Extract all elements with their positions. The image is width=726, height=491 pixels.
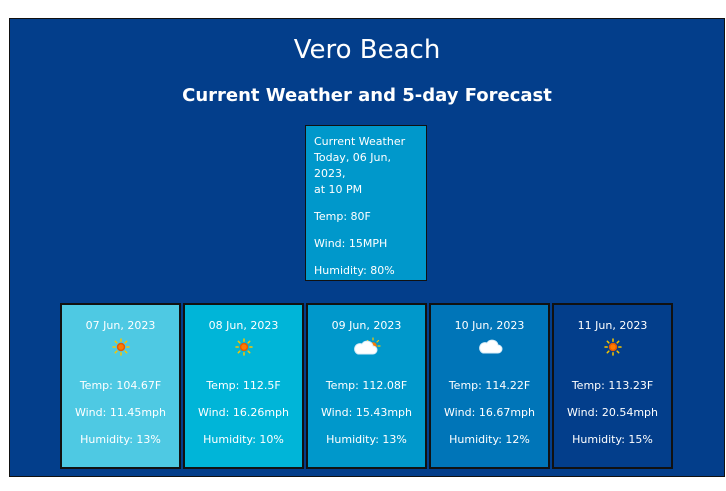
current-wind: Wind: 15MPH bbox=[314, 237, 388, 250]
forecast-icon-slot bbox=[62, 338, 179, 360]
forecast-card-day-3: 09 Jun, 2023 Temp: 112.08F Wind: 15.43mp… bbox=[306, 303, 427, 469]
current-weather-card: Current Weather Today, 06 Jun, 2023, at … bbox=[305, 125, 427, 281]
forecast-wind: Wind: 20.54mph bbox=[566, 406, 658, 419]
current-temp: Temp: 80F bbox=[314, 210, 371, 223]
forecast-date: 11 Jun, 2023 bbox=[577, 319, 648, 332]
forecast-humidity: Humidity: 12% bbox=[449, 433, 530, 446]
forecast-card-day-1: 07 Jun, 2023 Temp: 104.67F Wind: 11.45mp… bbox=[60, 303, 181, 469]
sun-icon bbox=[111, 338, 130, 360]
forecast-wind: Wind: 15.43mph bbox=[320, 406, 412, 419]
current-humidity: Humidity: 80% bbox=[314, 264, 395, 277]
current-weather-heading: Current Weather bbox=[314, 135, 406, 148]
partly-cloudy-icon bbox=[353, 337, 381, 361]
five-day-forecast: 07 Jun, 2023 Temp: 104.67F Wind: 11.45mp… bbox=[60, 303, 673, 469]
forecast-humidity: Humidity: 10% bbox=[203, 433, 284, 446]
forecast-icon-slot bbox=[554, 338, 671, 360]
forecast-subtitle: Current Weather and 5-day Forecast bbox=[182, 85, 552, 106]
forecast-card-day-5: 11 Jun, 2023 Temp: 113.23F Wind: 20.54mp… bbox=[552, 303, 673, 469]
forecast-temp: Temp: 114.22F bbox=[448, 379, 531, 392]
forecast-wind: Wind: 16.67mph bbox=[443, 406, 535, 419]
forecast-temp: Temp: 113.23F bbox=[571, 379, 654, 392]
city-title: Vero Beach bbox=[293, 35, 441, 65]
forecast-temp: Temp: 104.67F bbox=[79, 379, 162, 392]
current-weather-date: Today, 06 Jun, 2023, bbox=[314, 151, 391, 180]
forecast-icon-slot bbox=[308, 337, 425, 361]
current-weather-time: at 10 PM bbox=[314, 183, 363, 196]
forecast-card-day-2: 08 Jun, 2023 Temp: 112.5F Wind: 16.26mph… bbox=[183, 303, 304, 469]
forecast-temp: Temp: 112.08F bbox=[325, 379, 408, 392]
forecast-humidity: Humidity: 13% bbox=[80, 433, 161, 446]
cloud-icon bbox=[477, 338, 503, 360]
forecast-wind: Wind: 11.45mph bbox=[74, 406, 166, 419]
weather-dashboard: Vero Beach Current Weather and 5-day For… bbox=[9, 18, 725, 477]
forecast-date: 08 Jun, 2023 bbox=[208, 319, 279, 332]
forecast-temp: Temp: 112.5F bbox=[206, 379, 281, 392]
sun-icon bbox=[234, 338, 253, 360]
forecast-date: 09 Jun, 2023 bbox=[331, 319, 402, 332]
sun-icon bbox=[603, 338, 622, 360]
forecast-card-day-4: 10 Jun, 2023 Temp: 114.22F Wind: 16.67mp… bbox=[429, 303, 550, 469]
forecast-icon-slot bbox=[431, 339, 548, 359]
forecast-humidity: Humidity: 13% bbox=[326, 433, 407, 446]
forecast-wind: Wind: 16.26mph bbox=[197, 406, 289, 419]
forecast-date: 10 Jun, 2023 bbox=[454, 319, 525, 332]
forecast-date: 07 Jun, 2023 bbox=[85, 319, 156, 332]
forecast-icon-slot bbox=[185, 338, 302, 360]
forecast-humidity: Humidity: 15% bbox=[572, 433, 653, 446]
